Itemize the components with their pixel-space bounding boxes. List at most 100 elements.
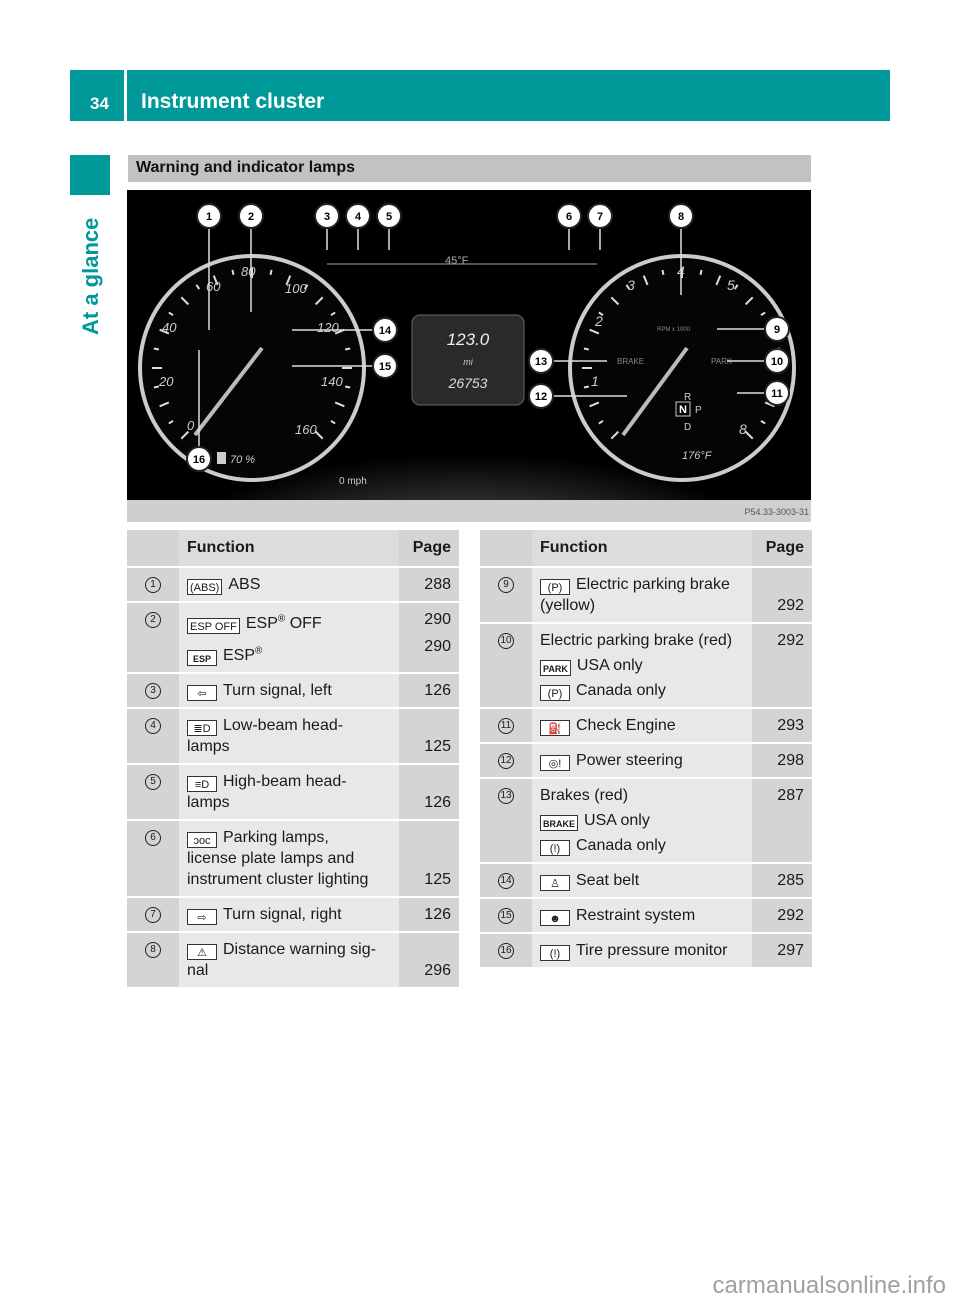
row-function: (ABS) ABS (179, 566, 399, 602)
speedo-label-100: 100 (285, 281, 307, 296)
chapter-title: Instrument cluster (141, 90, 325, 113)
row-function: Electric parking brake (red) PARK USA only… (532, 622, 752, 708)
row-function: ⚠ Distance warning sig-nal (179, 930, 399, 987)
callout-number: 8 (145, 941, 161, 958)
row-page: 126 (399, 671, 459, 708)
row-number: 6 (127, 818, 179, 897)
page-number: 292 (777, 907, 804, 924)
row-number: 5 (127, 762, 179, 820)
speedo-label-40: 40 (162, 320, 177, 335)
table-header-row: Function Page (480, 530, 812, 567)
function-line: ESP OFF ESP® OFF (187, 609, 393, 635)
function-label: High-beam head- (223, 772, 347, 790)
restraint-system-icon: ☻ (540, 910, 570, 926)
odometer-readout: 26753 (448, 375, 488, 391)
row-number: 12 (480, 742, 532, 778)
row-function: ◎! Power steering (532, 742, 752, 778)
function-line: PARK USA only (540, 655, 746, 676)
page-number: 292 (777, 597, 804, 614)
trip-unit: mi (463, 357, 473, 367)
table-row: 10 Electric parking brake (red) PARK USA on… (480, 622, 812, 708)
page-number: 288 (424, 576, 451, 593)
outside-temp: 45°F (445, 255, 469, 267)
callout-number: 13 (535, 356, 547, 368)
trip-readout: 123.0 (447, 330, 490, 349)
rpm-label: RPM x 1000 (657, 327, 691, 333)
function-line: (P) Electric parking brake (540, 574, 746, 595)
function-line: ♙ Seat belt (540, 870, 746, 891)
cluster-illustration: 60 80 100 40 120 20 140 0 160 70 % 0 mph… (127, 190, 811, 500)
page-number: 297 (777, 942, 804, 959)
function-line: license plate lamps and (187, 848, 393, 869)
coolant-temp: 176°F (682, 450, 713, 462)
parking-brake-icon: (P) (540, 579, 570, 595)
row-number: 4 (127, 706, 179, 764)
page-number: 34 (90, 94, 109, 113)
function-label: instrument cluster lighting (187, 870, 369, 888)
function-line: instrument cluster lighting (187, 869, 393, 890)
function-line: (!) Tire pressure monitor (540, 940, 746, 961)
callout-number: 15 (498, 908, 514, 924)
function-label: Turn signal, right (223, 905, 342, 923)
row-page: 126 (399, 762, 459, 820)
page-number (399, 715, 451, 736)
function-line: ESP ESP® (187, 640, 393, 666)
row-function: ɔoc Parking lamps, license plate lamps and… (179, 818, 399, 897)
table-row: 13 Brakes (red) BRAKE USA only (!) Canada onl… (480, 777, 812, 863)
row-number: 13 (480, 777, 532, 863)
callout-number: 3 (324, 211, 330, 223)
page-number: 126 (424, 681, 451, 699)
row-function: ⇦ Turn signal, left (179, 671, 399, 708)
gear-r: R (684, 392, 691, 403)
turn-signal-left-icon: ⇦ (187, 684, 217, 701)
callout-number: 1 (145, 577, 161, 593)
row-number: 14 (480, 862, 532, 898)
tacho-label-3: 3 (627, 277, 635, 293)
brake-warning-icon: (!) (540, 840, 570, 856)
table-row: 12 ◎! Power steering 298 (480, 742, 812, 778)
row-page: 296 (399, 930, 459, 987)
function-label: Check Engine (576, 717, 676, 734)
function-label: Seat belt (576, 872, 640, 889)
table-header-row: Function Page (127, 530, 459, 567)
dial-tick (153, 347, 160, 351)
function-line: (yellow) (540, 595, 746, 616)
function-line: (P) Canada only (540, 680, 746, 701)
speedo-label-20: 20 (158, 374, 174, 389)
table-row: 6 ɔoc Parking lamps, license plate lamps an… (127, 818, 459, 897)
speedo-label-120: 120 (317, 320, 339, 335)
page-number: 126 (424, 793, 451, 811)
speedometer-dial (138, 254, 366, 482)
page-number (752, 574, 804, 595)
table-row: 11 ⛽ Check Engine 293 (480, 707, 812, 743)
dial-tick (231, 269, 235, 276)
function-line: ☻ Restraint system (540, 905, 746, 926)
header-function: Function (179, 530, 399, 567)
table-row: 3 ⇦ Turn signal, left 126 (127, 671, 459, 708)
callout-number: 7 (145, 906, 161, 923)
row-page: 292 (752, 897, 812, 933)
tacho-label-1: 1 (591, 373, 599, 389)
section-title: Warning and indicator lamps (136, 159, 355, 176)
function-label: Restraint system (576, 907, 696, 924)
function-line: ⇨ Turn signal, right (187, 904, 393, 925)
callout-number: 12 (535, 391, 547, 403)
row-number: 2 (127, 601, 179, 673)
row-number: 8 (127, 930, 179, 987)
tacho-label-5: 5 (727, 277, 735, 293)
dial-tick (344, 347, 351, 351)
function-label: lamps (187, 737, 230, 755)
row-page: 298 (752, 742, 812, 778)
callout-number: 9 (774, 324, 780, 336)
page-number: 287 (777, 787, 804, 804)
high-beam-icon: ≡D (187, 775, 217, 792)
page-number: 298 (777, 752, 804, 769)
callout-number: 11 (498, 718, 514, 734)
row-function: ♙ Seat belt (532, 862, 752, 898)
table-row: 16 (!) Tire pressure monitor 297 (480, 932, 812, 967)
function-label: USA only (576, 657, 643, 674)
row-function: ⇨ Turn signal, right (179, 895, 399, 932)
tacho-label-2: 2 (594, 313, 603, 329)
row-number: 7 (127, 895, 179, 932)
row-page: 297 (752, 932, 812, 967)
